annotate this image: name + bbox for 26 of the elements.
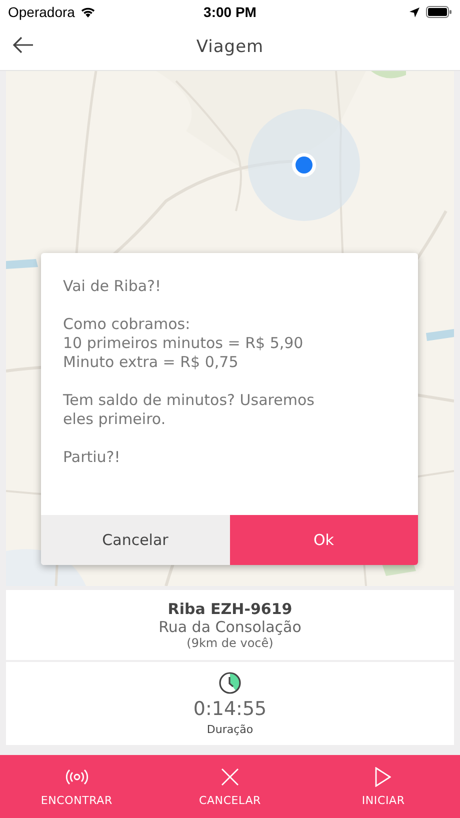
street-name: Rua da Consolação [158, 618, 302, 636]
back-button[interactable] [10, 34, 36, 56]
dialog-text: Partiu?! [63, 448, 122, 467]
play-icon [375, 766, 392, 786]
carrier-name: Operadora [8, 4, 75, 20]
confirm-button[interactable]: Ok [230, 515, 418, 565]
clock-icon [218, 671, 242, 695]
battery-icon [426, 6, 452, 18]
dialog-text: Vai de Riba?! [63, 277, 162, 296]
vehicle-name: Riba EZH-9619 [168, 600, 292, 618]
location-arrow-icon [409, 6, 420, 18]
action-button[interactable]: ENCONTRAR [0, 755, 154, 818]
dialog-text: Como cobramos: 10 primeiros minutos = R$ 5,90 Minuto extra = R$ 0,75 [63, 315, 304, 372]
screen-title: Viagem [196, 37, 264, 57]
cancel-button[interactable]: Cancelar [41, 515, 230, 565]
action-button[interactable]: CANCELAR [153, 755, 307, 818]
action-button[interactable]: INICIAR [306, 755, 460, 818]
signal-icon [64, 768, 89, 784]
clock-time: 3:00 PM [204, 4, 256, 20]
duration-label: Duração [206, 723, 254, 736]
wifi-icon [80, 6, 96, 18]
distance-text: (9km de você) [186, 636, 274, 650]
duration-time: 0:14:55 [193, 698, 267, 720]
back-arrow-icon [12, 36, 34, 54]
dialog-text: Tem saldo de minutos? Usaremos eles primeiro. [63, 391, 316, 429]
close-icon [220, 768, 239, 786]
